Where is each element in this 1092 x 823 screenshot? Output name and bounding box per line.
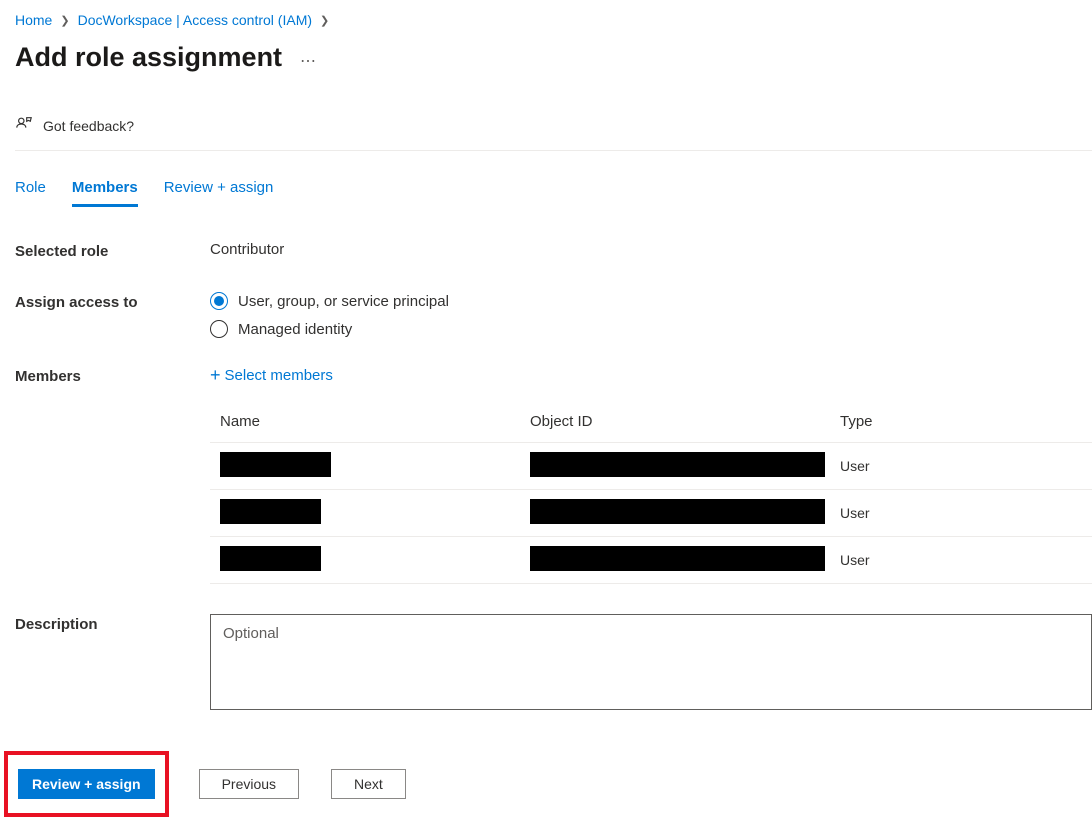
tab-members[interactable]: Members [72,179,138,207]
selected-role-value: Contributor [210,241,1092,258]
cell-type: User [840,505,1092,521]
redacted-name [220,499,321,524]
redacted-name [220,452,331,477]
page-title: Add role assignment [15,42,282,73]
table-row[interactable]: User [210,443,1092,490]
redacted-object-id [530,452,825,477]
assign-access-label: Assign access to [15,292,210,311]
plus-icon: + [210,366,221,384]
feedback-bar[interactable]: Got feedback? [15,115,1092,151]
description-input[interactable] [210,614,1092,710]
select-members-link[interactable]: + Select members [210,366,333,384]
table-row[interactable]: User [210,490,1092,537]
col-header-object-id: Object ID [530,413,840,430]
radio-managed-identity[interactable]: Managed identity [210,320,449,338]
radio-unchecked-icon [210,320,228,338]
feedback-icon [15,115,33,136]
breadcrumb-iam[interactable]: DocWorkspace | Access control (IAM) [78,12,312,28]
next-button[interactable]: Next [331,769,406,799]
breadcrumb: Home ❯ DocWorkspace | Access control (IA… [15,12,1092,28]
members-table: Name Object ID Type User User User [210,413,1092,584]
highlight-annotation: Review + assign [4,751,169,817]
feedback-label: Got feedback? [43,118,134,134]
col-header-name: Name [220,413,530,430]
radio-checked-icon [210,292,228,310]
review-assign-button[interactable]: Review + assign [18,769,155,799]
breadcrumb-home[interactable]: Home [15,12,52,28]
table-row[interactable]: User [210,537,1092,584]
col-header-type: Type [840,413,1092,430]
tab-review-assign[interactable]: Review + assign [164,179,274,207]
redacted-object-id [530,546,825,571]
previous-button[interactable]: Previous [199,769,299,799]
redacted-object-id [530,499,825,524]
radio-user-label: User, group, or service principal [238,293,449,310]
description-label: Description [15,614,210,633]
selected-role-label: Selected role [15,241,210,260]
tabs: Role Members Review + assign [15,179,1092,207]
tab-role[interactable]: Role [15,179,46,207]
radio-user-group-principal[interactable]: User, group, or service principal [210,292,449,310]
redacted-name [220,546,321,571]
radio-managed-label: Managed identity [238,321,352,338]
select-members-text: Select members [225,367,333,384]
more-actions-icon[interactable]: ⋯ [300,51,318,71]
chevron-right-icon: ❯ [320,14,329,27]
cell-type: User [840,552,1092,568]
cell-type: User [840,458,1092,474]
members-label: Members [15,366,210,385]
chevron-right-icon: ❯ [60,14,69,27]
